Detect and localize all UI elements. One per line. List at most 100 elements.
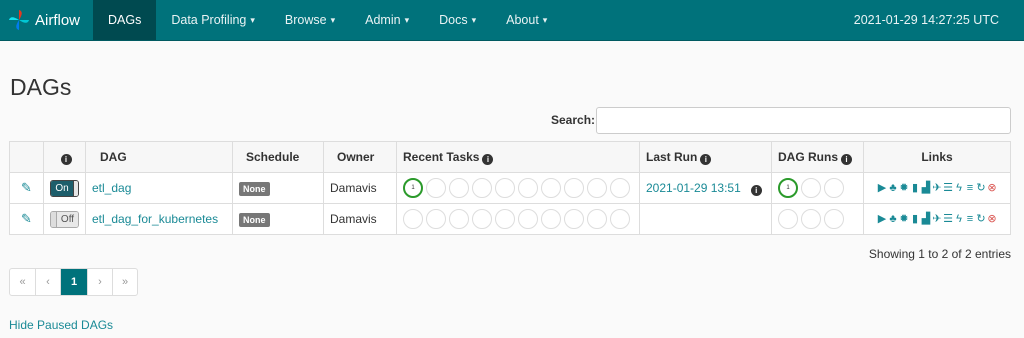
recent-tasks-cell: 1 (396, 172, 640, 204)
header-schedule-label: Schedule (246, 150, 300, 164)
nav-data-profiling-label: Data Profiling (171, 13, 247, 27)
search-label: Search: (551, 113, 596, 127)
task-state-circle[interactable] (472, 178, 492, 198)
dag-runs-circles: 1 (778, 178, 857, 198)
chevron-down-icon: ▾ (330, 14, 336, 25)
tree-view-icon[interactable]: ♣ (888, 213, 898, 225)
schedule-badge[interactable]: None (239, 181, 270, 196)
info-icon[interactable]: i (700, 153, 712, 165)
dag-run-circle[interactable] (801, 209, 821, 229)
task-state-circle[interactable] (449, 178, 469, 198)
nav-data-profiling[interactable]: Data Profiling ▾ (156, 0, 270, 40)
info-icon[interactable]: i (60, 153, 72, 165)
dag-run-success-circle[interactable]: 1 (778, 178, 798, 198)
toggle-label: On (51, 180, 73, 196)
task-state-circle[interactable] (587, 178, 607, 198)
header-links-label: Links (921, 150, 953, 164)
task-state-circle[interactable] (564, 209, 584, 229)
landing-times-icon[interactable]: ✈ (932, 213, 942, 225)
dag-run-circle[interactable] (824, 209, 844, 229)
task-tries-icon[interactable]: ▟ (921, 213, 931, 225)
last-run-cell: 2021-01-29 13:51 i (639, 172, 772, 204)
task-state-circle[interactable] (541, 209, 561, 229)
task-tries-icon[interactable]: ▟ (921, 182, 931, 194)
info-icon[interactable]: i (482, 153, 494, 165)
dag-link[interactable]: etl_dag (92, 181, 131, 195)
info-icon[interactable]: i (841, 153, 852, 165)
logs-icon[interactable]: ≡ (965, 213, 975, 225)
task-state-circle[interactable] (541, 178, 561, 198)
task-state-circle[interactable] (495, 178, 515, 198)
refresh-icon[interactable]: ↻ (976, 213, 986, 225)
code-icon[interactable]: ϟ (954, 182, 964, 194)
header-dag[interactable]: DAG (85, 141, 233, 173)
prev-page-button[interactable]: ‹ (35, 269, 60, 295)
tree-view-icon[interactable]: ♣ (888, 182, 898, 194)
gantt-icon[interactable]: ☰ (943, 213, 953, 225)
task-state-circle[interactable] (426, 178, 446, 198)
task-state-circle[interactable] (610, 178, 630, 198)
links-cell: ▶ ♣ ✹ ▮ ▟ ✈ ☰ ϟ ≡ ↻ ⊗ (863, 172, 1011, 204)
header-schedule[interactable]: Schedule (232, 141, 324, 173)
trigger-dag-icon[interactable]: ▶ (877, 182, 887, 194)
landing-times-icon[interactable]: ✈ (932, 182, 942, 194)
dag-toggle-on[interactable]: On (50, 179, 79, 197)
chevron-down-icon: ▾ (250, 14, 255, 25)
nav-browse-label: Browse (284, 13, 327, 27)
search-input[interactable] (596, 107, 1011, 134)
dag-toggle-off[interactable]: Off (50, 210, 79, 228)
delete-icon[interactable]: ⊗ (987, 182, 997, 194)
edit-icon[interactable]: ✎ (21, 180, 32, 195)
header-owner[interactable]: Owner (323, 141, 397, 173)
recent-tasks-circles: 1 (403, 178, 633, 198)
task-state-circle[interactable] (449, 209, 469, 229)
task-state-circle[interactable] (518, 178, 538, 198)
hide-paused-dags-link[interactable]: Hide Paused DAGs (9, 318, 113, 332)
refresh-icon[interactable]: ↻ (976, 182, 986, 194)
dag-run-circle[interactable] (824, 178, 844, 198)
current-page-button[interactable]: 1 (60, 269, 87, 295)
last-run-link[interactable]: 2021-01-29 13:51 (646, 181, 741, 195)
owner-cell: Damavis (323, 172, 397, 204)
last-page-button[interactable]: » (112, 269, 137, 295)
task-state-circle[interactable] (564, 178, 584, 198)
nav-admin[interactable]: Admin ▾ (350, 0, 424, 40)
graph-view-icon[interactable]: ✹ (899, 213, 909, 225)
logs-icon[interactable]: ≡ (965, 182, 975, 194)
dag-run-circle[interactable] (801, 178, 821, 198)
task-state-circle[interactable] (518, 209, 538, 229)
nav-about[interactable]: About ▾ (491, 0, 562, 40)
task-state-circle[interactable] (403, 209, 423, 229)
schedule-badge[interactable]: None (239, 212, 270, 227)
info-icon[interactable]: i (750, 184, 762, 196)
edit-icon[interactable]: ✎ (21, 211, 32, 226)
recent-tasks-circles (403, 209, 633, 229)
trigger-dag-icon[interactable]: ▶ (877, 213, 887, 225)
task-state-circle[interactable] (495, 209, 515, 229)
dag-run-circle[interactable] (778, 209, 798, 229)
graph-view-icon[interactable]: ✹ (899, 182, 909, 194)
header-dag-runs: DAG Runs i (771, 141, 864, 173)
delete-icon[interactable]: ⊗ (987, 213, 997, 225)
task-duration-icon[interactable]: ▮ (910, 182, 920, 194)
nav-docs[interactable]: Docs ▾ (424, 0, 491, 40)
task-state-circle[interactable] (587, 209, 607, 229)
nav-docs-label: Docs (439, 13, 468, 27)
dag-link[interactable]: etl_dag_for_kubernetes (92, 212, 218, 226)
gantt-icon[interactable]: ☰ (943, 182, 953, 194)
task-state-circle[interactable] (472, 209, 492, 229)
brand-name: Airflow (35, 11, 81, 29)
table-header-row: i DAG Schedule Owner Recent Tasks i Last … (9, 141, 1011, 173)
task-state-circle[interactable] (426, 209, 446, 229)
nav-browse[interactable]: Browse ▾ (270, 0, 350, 40)
brand[interactable]: Airflow (0, 0, 93, 40)
task-state-success-circle[interactable]: 1 (403, 178, 423, 198)
next-page-button[interactable]: › (87, 269, 112, 295)
task-duration-icon[interactable]: ▮ (910, 213, 920, 225)
header-links: Links (863, 141, 1011, 173)
nav-dags[interactable]: DAGs (93, 0, 157, 40)
task-state-circle[interactable] (610, 209, 630, 229)
first-page-button[interactable]: « (10, 269, 35, 295)
nav-admin-label: Admin (365, 13, 401, 27)
code-icon[interactable]: ϟ (954, 213, 964, 225)
